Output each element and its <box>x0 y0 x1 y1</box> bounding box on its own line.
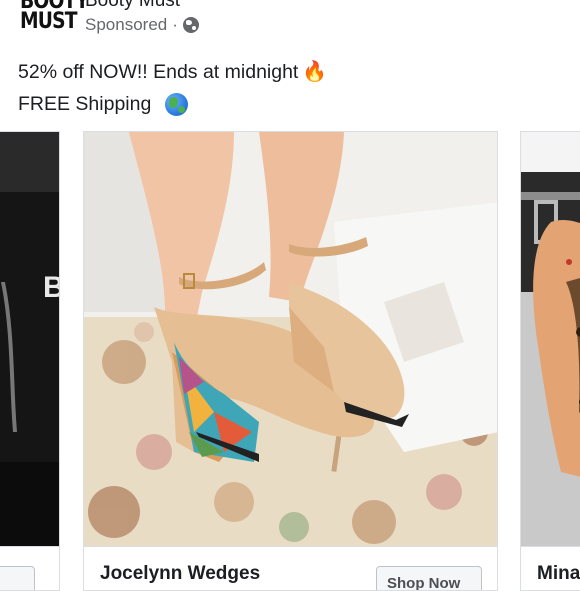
card-footer: Jocelynn Wedges Shop Now <box>84 546 497 590</box>
shop-now-button[interactable] <box>0 566 35 590</box>
card-title[interactable]: Mina <box>537 563 580 585</box>
logo-line-2: MUST <box>20 9 77 34</box>
card-title[interactable]: Jocelynn Wedges <box>100 563 260 585</box>
text-line-1-label: 52% off NOW!! Ends at midnight <box>18 61 299 83</box>
card-image[interactable]: B <box>0 132 59 546</box>
shop-now-button[interactable]: Shop Now <box>376 566 482 590</box>
globe-icon[interactable] <box>182 17 199 33</box>
sponsored-label[interactable]: Sponsored <box>85 15 167 35</box>
fire-emoji-icon: 🔥 <box>302 61 328 83</box>
page-logo[interactable]: BOOTY MUST <box>20 0 89 40</box>
sponsored-row: Sponsored · <box>85 15 199 35</box>
card-image-letter: B <box>43 271 59 304</box>
carousel-card-next[interactable]: Mina <box>520 131 580 591</box>
carousel-card-previous[interactable]: B <box>0 131 60 591</box>
text-line-2: FREE Shipping <box>18 88 327 120</box>
post-text: 52% off NOW!! Ends at midnight 🔥 FREE Sh… <box>18 56 327 120</box>
earth-globe-icon <box>165 92 189 116</box>
post-header: BOOTY MUST Booty Must Sponsored · <box>0 0 580 50</box>
text-line-2-label: FREE Shipping <box>18 93 152 115</box>
card-footer <box>0 546 59 590</box>
carousel-card[interactable]: Jocelynn Wedges Shop Now <box>83 131 498 591</box>
separator: · <box>172 15 178 34</box>
card-footer: Mina <box>521 546 580 590</box>
page-name-link[interactable]: Booty Must <box>85 0 180 12</box>
text-line-1: 52% off NOW!! Ends at midnight 🔥 <box>18 56 327 88</box>
product-carousel[interactable]: B <box>0 131 580 591</box>
card-image[interactable] <box>521 132 580 546</box>
card-image[interactable] <box>84 132 497 546</box>
